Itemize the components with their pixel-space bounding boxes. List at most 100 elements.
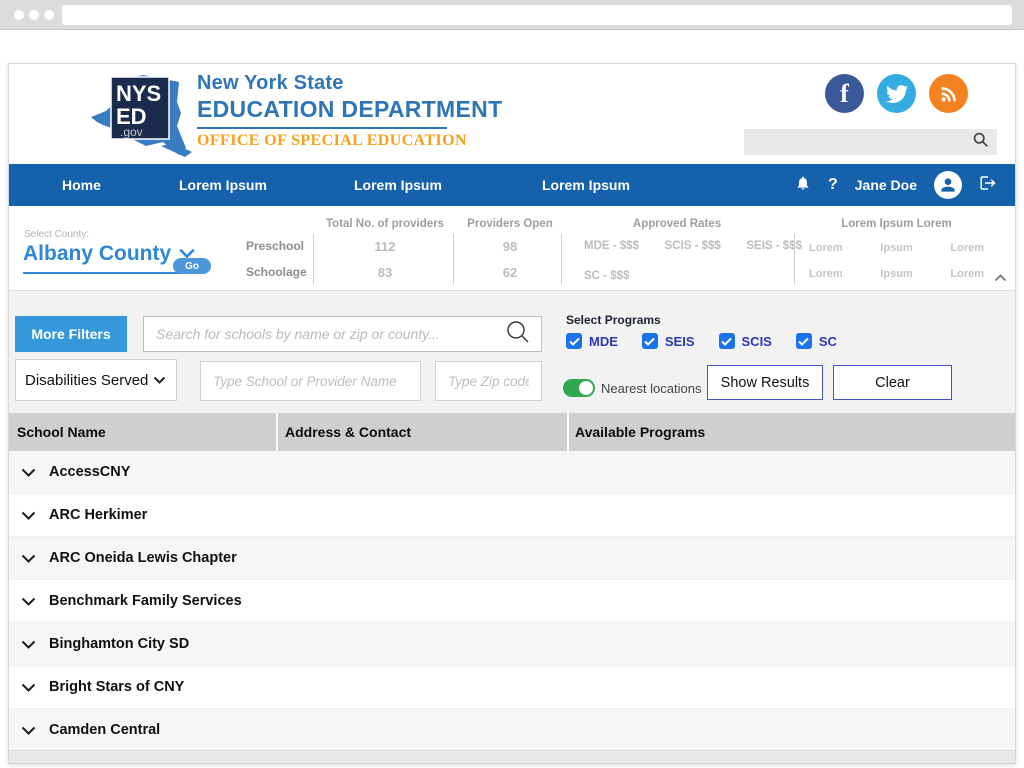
- user-name[interactable]: Jane Doe: [855, 177, 917, 193]
- program-label: SCIS: [742, 334, 772, 349]
- school-name: Bright Stars of CNY: [49, 679, 184, 695]
- program-checkbox-seis[interactable]: SEIS: [642, 333, 695, 349]
- nav-item-1[interactable]: Lorem Ipsum: [179, 164, 267, 206]
- header-search-input[interactable]: [744, 135, 972, 149]
- twitter-icon[interactable]: [877, 74, 916, 113]
- facebook-icon[interactable]: f: [825, 74, 864, 113]
- rate-scis: SCIS - $$$: [665, 240, 721, 252]
- checkbox-checked-icon[interactable]: [719, 333, 735, 349]
- school-row-arc-oneida[interactable]: ARC Oneida Lewis Chapter: [9, 537, 1015, 580]
- expand-chevron-down-icon: [21, 554, 36, 563]
- checkbox-checked-icon[interactable]: [566, 333, 582, 349]
- header-search-box: [744, 129, 997, 155]
- school-row-camden[interactable]: Camden Central: [9, 709, 1015, 752]
- toggle-knob: [579, 381, 593, 395]
- stat-row-label-preschool: Preschool: [246, 239, 314, 253]
- rate-mde: MDE - $$$: [584, 240, 639, 252]
- school-row-arc-herkimer[interactable]: ARC Herkimer: [9, 494, 1015, 537]
- school-name: AccessCNY: [49, 464, 130, 480]
- school-row-binghamton[interactable]: Binghamton City SD: [9, 623, 1015, 666]
- disabilities-served-dropdown[interactable]: Disabilities Served: [15, 359, 177, 401]
- program-checkbox-scis[interactable]: SCIS: [719, 333, 772, 349]
- stat-col-header: Approved Rates: [569, 218, 785, 230]
- approved-rates-schoolage: SC - $$$: [584, 266, 629, 284]
- column-header-available-programs: Available Programs: [575, 413, 705, 451]
- window-dot[interactable]: [14, 10, 24, 20]
- nav-user-cluster: ? Jane Doe: [795, 164, 997, 206]
- school-name: Benchmark Family Services: [49, 593, 242, 609]
- nearest-locations-toggle[interactable]: [563, 379, 595, 397]
- expand-chevron-down-icon: [21, 597, 36, 606]
- select-programs-label: Select Programs: [566, 313, 661, 327]
- program-label: SC: [819, 334, 837, 349]
- lorem-cell: Lorem: [809, 268, 843, 280]
- column-header-address-contact: Address & Contact: [285, 413, 411, 451]
- lorem-cell: Ipsum: [880, 268, 912, 280]
- school-name-input[interactable]: [200, 361, 421, 401]
- stat-open-schoolage: 62: [457, 265, 563, 280]
- program-label: SEIS: [665, 334, 695, 349]
- org-office-name: OFFICE OF SPECIAL EDUCATION: [197, 132, 502, 150]
- window-dot[interactable]: [29, 10, 39, 20]
- stat-col-header: Lorem Ipsum Lorem: [804, 218, 989, 230]
- approved-rates-preschool: MDE - $$$ SCIS - $$$ SEIS - $$$: [584, 240, 802, 252]
- main-navigation: Home Lorem Ipsum Lorem Ipsum Lorem Ipsum…: [9, 164, 1015, 206]
- clear-button[interactable]: Clear: [833, 365, 952, 400]
- lorem-stats-row: Lorem Ipsum Lorem: [809, 268, 984, 280]
- svg-text:NYS: NYS: [116, 81, 161, 106]
- column-separator: [567, 413, 569, 451]
- lorem-cell: Lorem: [950, 268, 984, 280]
- checkbox-checked-icon[interactable]: [796, 333, 812, 349]
- stat-col-header: Total No. of providers: [316, 218, 454, 230]
- user-avatar[interactable]: [934, 171, 962, 199]
- stat-col-header: Providers Open: [457, 218, 563, 230]
- expand-chevron-down-icon: [21, 468, 36, 477]
- column-separator: [276, 413, 278, 451]
- nearest-locations-label: Nearest locations: [601, 381, 701, 396]
- collapse-panel-chevron-up-icon[interactable]: [994, 269, 1007, 287]
- window-controls[interactable]: [14, 10, 54, 20]
- checkbox-checked-icon[interactable]: [642, 333, 658, 349]
- notifications-bell-icon[interactable]: [795, 174, 811, 197]
- county-stats-bar: Select County: Albany County Go Preschoo…: [9, 206, 1015, 291]
- programs-checkbox-row: MDE SEIS SCIS SC: [566, 333, 837, 349]
- more-filters-button[interactable]: More Filters: [15, 316, 127, 352]
- svg-text:.gov: .gov: [120, 125, 143, 139]
- nav-item-home[interactable]: Home: [62, 164, 101, 206]
- stats-divider: [313, 234, 314, 284]
- chevron-down-icon: [153, 376, 166, 384]
- school-row-accesscny[interactable]: AccessCNY: [9, 451, 1015, 494]
- search-icon[interactable]: [505, 319, 531, 350]
- results-list: AccessCNY ARC Herkimer ARC Oneida Lewis …: [9, 451, 1015, 752]
- stats-divider: [794, 234, 795, 284]
- lorem-stats-row: Lorem Ipsum Lorem: [809, 242, 984, 254]
- nysed-logo[interactable]: NYS ED .gov: [89, 68, 193, 162]
- school-row-benchmark[interactable]: Benchmark Family Services: [9, 580, 1015, 623]
- expand-chevron-down-icon: [21, 511, 36, 520]
- program-checkbox-mde[interactable]: MDE: [566, 333, 618, 349]
- column-header-school-name: School Name: [17, 413, 106, 451]
- school-row-bright-stars[interactable]: Bright Stars of CNY: [9, 666, 1015, 709]
- program-checkbox-sc[interactable]: SC: [796, 333, 837, 349]
- search-icon[interactable]: [972, 131, 989, 153]
- zip-code-input[interactable]: [435, 361, 542, 401]
- select-county-label: Select County:: [24, 229, 89, 240]
- show-results-button[interactable]: Show Results: [707, 365, 823, 400]
- rate-sc: SC - $$$: [584, 270, 629, 282]
- stats-divider: [453, 234, 454, 284]
- school-search-input[interactable]: [144, 326, 505, 342]
- rss-icon[interactable]: [929, 74, 968, 113]
- dropdown-label: Disabilities Served: [25, 372, 148, 389]
- help-icon[interactable]: ?: [828, 176, 838, 194]
- program-label: MDE: [589, 334, 618, 349]
- nav-item-3[interactable]: Lorem Ipsum: [542, 164, 630, 206]
- filters-panel: More Filters Select Programs MDE SEIS SC…: [9, 291, 1015, 413]
- expand-chevron-down-icon: [21, 683, 36, 692]
- window-dot[interactable]: [44, 10, 54, 20]
- expand-chevron-down-icon: [21, 726, 36, 735]
- address-bar[interactable]: [62, 5, 1012, 25]
- nav-item-2[interactable]: Lorem Ipsum: [354, 164, 442, 206]
- stat-open-preschool: 98: [457, 239, 563, 254]
- logout-icon[interactable]: [979, 174, 997, 197]
- go-button[interactable]: Go: [173, 258, 211, 274]
